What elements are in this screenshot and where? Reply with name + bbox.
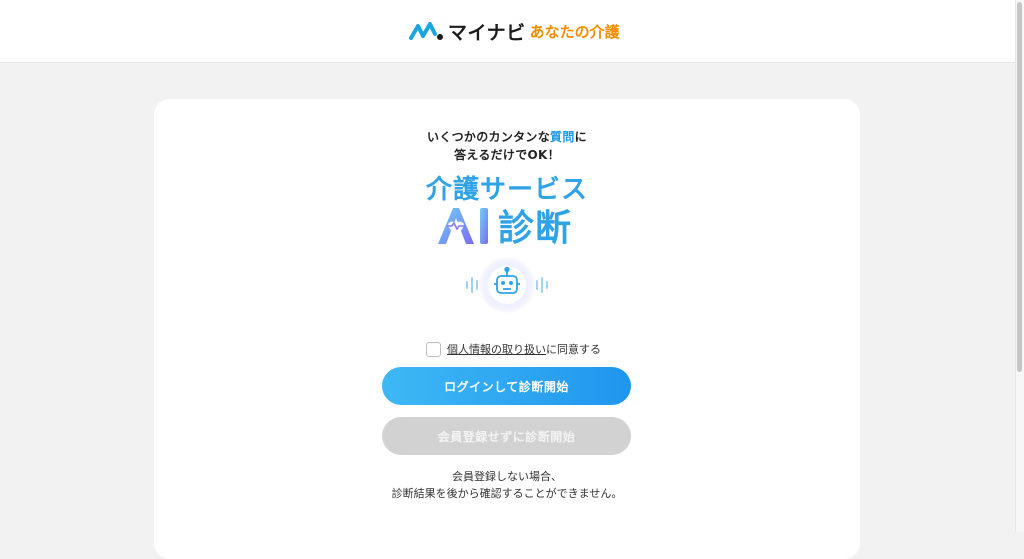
intro-line-2: 答えるだけでOK！ xyxy=(454,148,560,162)
title-shindan-text: 診断 xyxy=(498,208,573,249)
title-line-2: AI 診断 xyxy=(434,201,572,249)
login-start-button[interactable]: ログインして診断開始 xyxy=(382,367,631,405)
site-header: マイナビ あなたの介護 xyxy=(0,0,1015,63)
privacy-consent: 個人情報の取り扱い に同意する xyxy=(426,339,601,359)
guest-note-line-1: 会員登録しない場合、 xyxy=(452,470,562,483)
logo-brand-text: マイナビ xyxy=(448,21,526,44)
guest-note-line-2: 診断結果を後から確認することができません。 xyxy=(391,487,623,500)
scrollbar-thumb[interactable] xyxy=(1017,2,1022,372)
privacy-consent-checkbox[interactable] xyxy=(426,341,441,357)
intro-line-1: いくつかのカンタンな質問に xyxy=(427,130,587,144)
diagnosis-card: いくつかのカンタンな質問に 答えるだけでOK！ 介護サービス AI 診断 個人情… xyxy=(154,99,860,559)
mynavi-m-logo-icon xyxy=(409,22,443,40)
guest-start-button[interactable]: 会員登録せずに診断開始 xyxy=(382,417,631,455)
intro-highlight: 質問 xyxy=(550,130,575,144)
privacy-policy-link[interactable]: 個人情報の取り扱い xyxy=(447,341,546,357)
ai-title-text: AI xyxy=(436,244,438,247)
consent-suffix: に同意する xyxy=(546,343,601,356)
site-logo[interactable]: マイナビ あなたの介護 xyxy=(409,19,620,44)
logo-subbrand-text: あなたの介護 xyxy=(529,22,620,41)
robot-icon xyxy=(466,256,548,314)
ai-title-graphic: AI xyxy=(436,208,488,247)
